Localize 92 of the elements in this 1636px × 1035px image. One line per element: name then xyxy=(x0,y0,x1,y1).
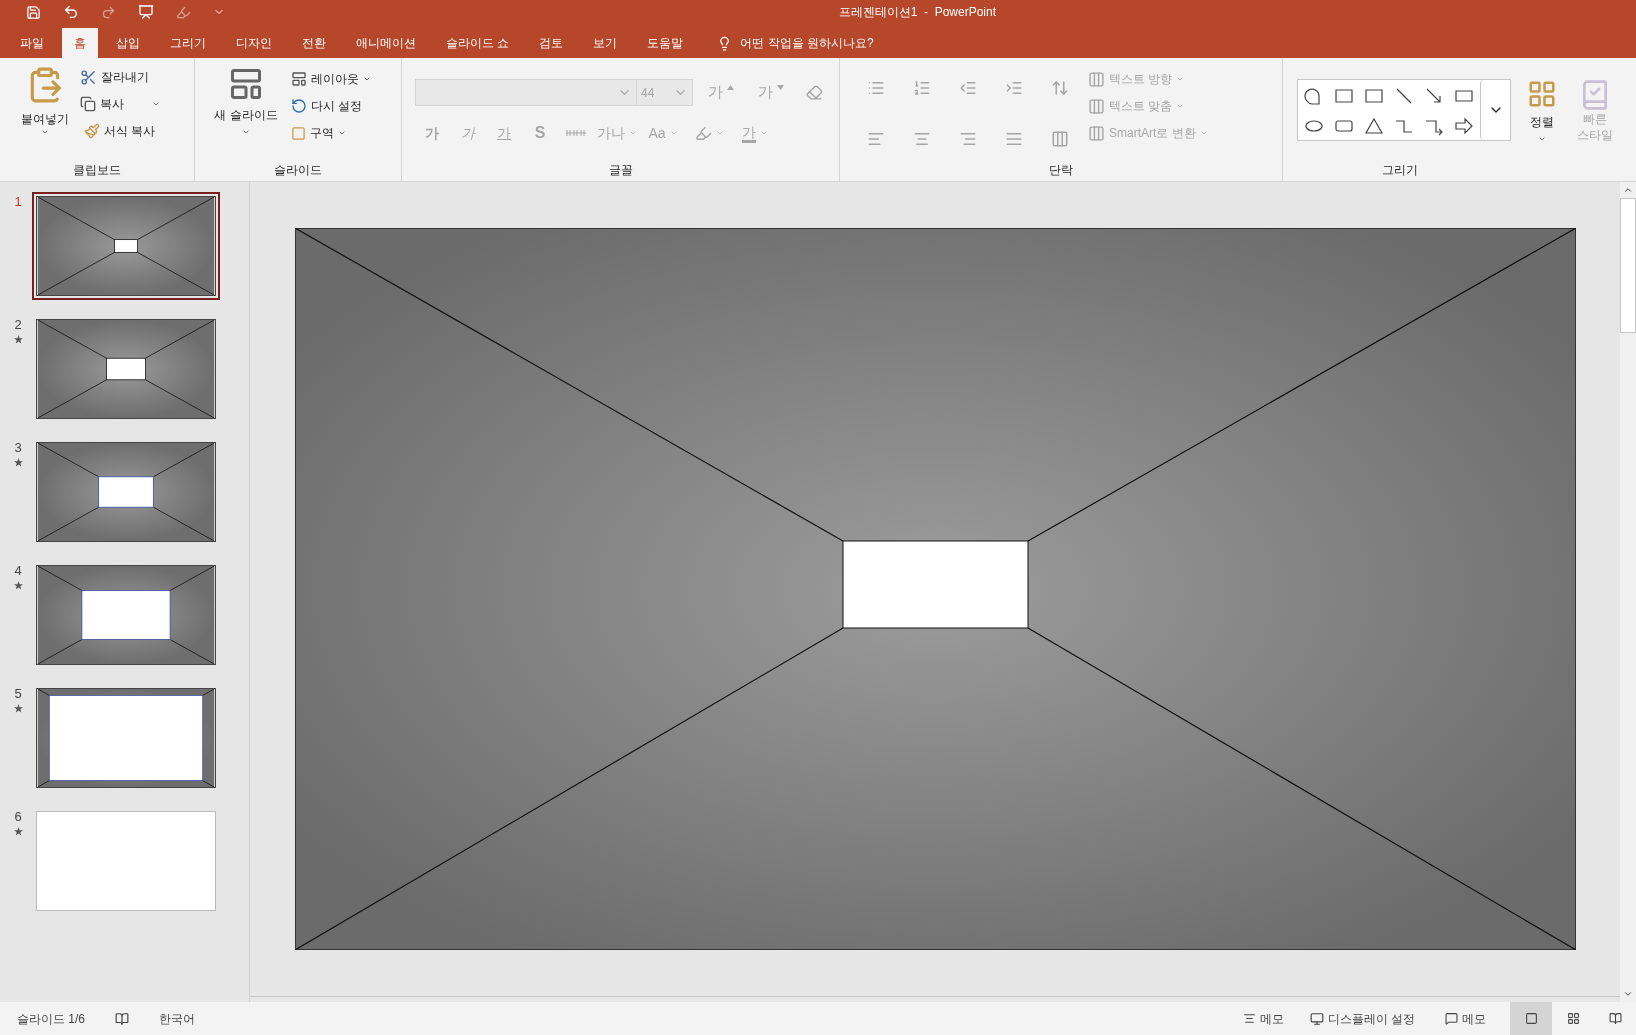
slide-number: 5 xyxy=(14,685,22,703)
ribbon-tab[interactable]: 슬라이드 쇼 xyxy=(434,28,522,58)
grid-icon xyxy=(1566,1012,1580,1025)
arrange-button[interactable]: 정렬 xyxy=(1521,79,1563,161)
arrange-icon xyxy=(1527,79,1557,109)
caret-icon xyxy=(715,129,724,137)
group-label: 슬라이드 xyxy=(273,162,323,179)
up-triangle-icon xyxy=(727,85,734,91)
caret-icon xyxy=(1176,75,1185,83)
ribbon-tab[interactable]: 파일 xyxy=(8,28,56,58)
undo-icon[interactable] xyxy=(63,4,79,20)
shape-icon[interactable] xyxy=(1394,86,1414,106)
caret-icon xyxy=(41,128,49,136)
notes-icon xyxy=(1242,1012,1256,1025)
caret-icon xyxy=(338,129,346,137)
caret-icon xyxy=(242,128,250,136)
shape-icon[interactable] xyxy=(1454,116,1474,136)
star-icon xyxy=(13,580,23,590)
slide-icon xyxy=(228,66,264,102)
caret-icon xyxy=(669,129,678,137)
language-label[interactable]: 한국어 xyxy=(159,1009,195,1028)
comments-button[interactable]: 메모 xyxy=(1445,1009,1486,1028)
group-label: 그리기 xyxy=(1380,162,1419,179)
ribbon-tab[interactable]: 보기 xyxy=(581,28,630,58)
caret-icon xyxy=(629,129,637,137)
spelling-icon[interactable] xyxy=(115,1011,129,1026)
star-icon xyxy=(13,826,23,836)
star-icon xyxy=(13,334,23,344)
caret-icon xyxy=(1538,135,1546,143)
slide-number: 2 xyxy=(14,316,22,334)
display-settings-button[interactable]: 디스플레이 설정 xyxy=(1309,1009,1415,1028)
scroll-thumb[interactable] xyxy=(1620,198,1636,333)
strikethrough-icon xyxy=(566,128,586,138)
ribbon-tab[interactable]: 도움말 xyxy=(635,28,696,58)
group-label: 글꼴 xyxy=(607,162,634,179)
ribbon-tab[interactable]: 디자인 xyxy=(224,28,284,58)
layout-button[interactable]: 레이아웃 xyxy=(291,70,371,88)
scrollbar[interactable] xyxy=(1620,182,1636,1002)
format-painter-button[interactable]: 서식 복사 xyxy=(80,122,160,140)
caret-icon xyxy=(363,75,371,83)
ribbon-tab[interactable]: 그리기 xyxy=(158,28,218,58)
ribbon-tab[interactable]: 전환 xyxy=(290,28,338,58)
slide-number: 6 xyxy=(14,808,22,826)
text-tool-icon xyxy=(1088,124,1105,142)
normal-view-icon xyxy=(1524,1012,1538,1025)
caret-icon xyxy=(152,100,160,108)
ribbon-tab[interactable]: 애니메이션 xyxy=(344,28,428,58)
tell-me-search[interactable]: 어떤 작업을 원하시나요? xyxy=(740,34,874,52)
layout-icon xyxy=(291,71,307,87)
reset-button[interactable]: 다시 설정 xyxy=(291,97,371,115)
scroll-down-icon[interactable] xyxy=(1623,989,1633,999)
scroll-up-icon[interactable] xyxy=(1623,185,1633,195)
slide-number: 3 xyxy=(14,439,22,457)
shape-icon[interactable] xyxy=(1424,86,1444,106)
window-title: 프레젠테이션1 - PowerPoint xyxy=(838,4,996,21)
highlighter-icon xyxy=(694,124,712,142)
section-icon xyxy=(291,125,306,141)
ribbon-tab[interactable]: 홈 xyxy=(62,28,98,58)
slide-thumbnail[interactable] xyxy=(32,192,220,300)
comment-icon xyxy=(1445,1012,1458,1025)
new-slide-button[interactable]: 새 슬라이드 xyxy=(213,66,279,161)
presentation-icon[interactable] xyxy=(138,4,154,20)
section-button[interactable]: 구역 xyxy=(291,124,371,142)
ribbon-tab[interactable]: 삽입 xyxy=(104,28,152,58)
text-tool-icon xyxy=(1088,70,1105,88)
copy-button[interactable]: 복사 xyxy=(80,95,160,113)
star-icon xyxy=(13,703,23,713)
normal-view-button[interactable] xyxy=(1510,1002,1552,1035)
caret-icon xyxy=(760,129,768,137)
group-label: 클립보드 xyxy=(72,162,122,179)
slide-number: 4 xyxy=(14,562,22,580)
eraser-icon xyxy=(805,84,823,101)
save-icon[interactable] xyxy=(26,4,41,20)
text-tool-icon xyxy=(1088,97,1105,115)
cut-button[interactable]: 잘라내기 xyxy=(80,68,160,86)
reset-icon xyxy=(291,98,307,114)
caret-icon xyxy=(1199,129,1208,137)
slide-number: 1 xyxy=(14,193,22,211)
caret-icon xyxy=(1176,102,1185,110)
paintbrush-icon xyxy=(84,123,100,139)
down-triangle-icon xyxy=(777,85,784,91)
notes-button[interactable]: 메모 xyxy=(1242,1009,1284,1028)
slide-counter: 슬라이드 1/6 xyxy=(16,1010,85,1028)
shape-icon[interactable] xyxy=(1364,116,1384,136)
scissors-icon xyxy=(80,68,97,86)
star-icon xyxy=(13,457,23,467)
paste-button[interactable]: 붙여넣기 xyxy=(18,66,72,161)
monitor-icon xyxy=(1309,1011,1324,1026)
copy-icon xyxy=(80,96,96,112)
book-icon xyxy=(1608,1012,1622,1025)
ribbon-tab[interactable]: 검토 xyxy=(527,28,576,58)
group-label: 단락 xyxy=(1048,162,1074,179)
